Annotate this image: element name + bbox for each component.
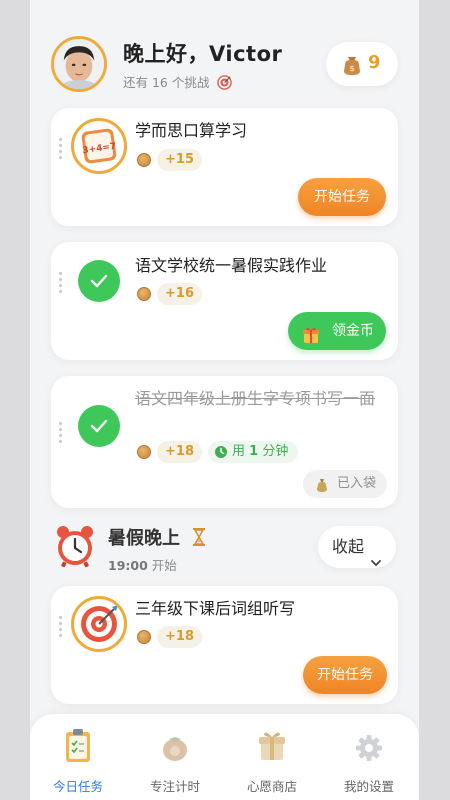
tab-wish-shop[interactable]: 心愿商店 xyxy=(224,724,320,794)
drag-handle-icon[interactable] xyxy=(59,138,65,162)
section-title: 暑假晚上 xyxy=(108,528,180,549)
collect-coins-label: 领金币 xyxy=(332,323,374,339)
gift-icon xyxy=(302,321,320,359)
tab-label: 我的设置 xyxy=(343,779,394,794)
check-icon[interactable] xyxy=(78,405,120,447)
collapse-label: 收起 xyxy=(332,537,365,556)
hourglass-icon xyxy=(192,528,206,551)
alarm-clock-icon xyxy=(54,524,96,572)
avatar[interactable] xyxy=(51,36,107,92)
start-task-button[interactable]: 开始任务 xyxy=(303,656,387,694)
drag-handle-icon[interactable] xyxy=(59,616,65,640)
tab-label: 心愿商店 xyxy=(246,779,297,794)
gear-icon xyxy=(354,728,384,768)
duration-prefix: 用 xyxy=(232,444,246,459)
section-header: 暑假晚上 19:00 开始 收起 xyxy=(30,520,419,578)
collapse-button[interactable]: 收起 xyxy=(318,526,396,568)
coin-balance[interactable]: $ 9 xyxy=(326,42,398,86)
coin-count: 9 xyxy=(368,52,381,73)
header: 晚上好，Victor 还有 16 个挑战 $ 9 xyxy=(30,0,419,100)
task-card[interactable]: 3+4=7 学而思口算学习 +15 开始任务 xyxy=(51,108,398,226)
drag-handle-icon[interactable] xyxy=(59,422,65,446)
duration-unit: 分钟 xyxy=(262,444,289,459)
tab-today-tasks[interactable]: 今日任务 xyxy=(30,724,126,794)
duration-badge: 用 1 分钟 xyxy=(208,441,299,463)
reward-points: +15 xyxy=(157,149,202,171)
collect-coins-button[interactable]: 领金币 xyxy=(288,312,386,350)
section-time: 19:00 开始 xyxy=(108,555,177,574)
clipboard-icon xyxy=(63,728,93,768)
task-card[interactable]: 语文学校统一暑假实践作业 +16 领金币 xyxy=(51,242,398,360)
svg-text:$: $ xyxy=(349,64,355,73)
greeting-title: 晚上好，Victor xyxy=(123,42,283,66)
section-title-row: 暑假晚上 xyxy=(108,524,206,551)
task-card[interactable]: 三年级下课后词组听写 +18 开始任务 xyxy=(51,586,398,704)
drag-handle-icon[interactable] xyxy=(59,272,65,296)
coin-icon xyxy=(137,445,151,459)
clock-icon xyxy=(214,445,228,467)
coin-bag-icon: $ xyxy=(340,51,364,81)
tab-focus-timer[interactable]: 专注计时 xyxy=(127,724,223,794)
coin-icon xyxy=(137,630,151,644)
collected-label: 已入袋 xyxy=(337,476,377,491)
section-start-time: 19:00 xyxy=(108,558,148,573)
app-screen: 晚上好，Victor 还有 16 个挑战 $ 9 3+4=7 学而思口算学习 +… xyxy=(30,0,419,800)
reward-points: +16 xyxy=(157,283,202,305)
money-bag-icon xyxy=(315,476,329,504)
target-task-icon xyxy=(71,596,127,652)
tab-label: 专注计时 xyxy=(149,779,200,794)
target-icon xyxy=(217,75,233,93)
tab-label: 今日任务 xyxy=(52,779,103,794)
coin-icon xyxy=(137,287,151,301)
task-title: 语文四年级上册生字专项书写一面 xyxy=(135,389,376,408)
section-time-suffix: 开始 xyxy=(151,558,177,573)
collected-status: 已入袋 xyxy=(303,470,387,498)
coin-icon xyxy=(137,153,151,167)
challenge-count-text: 还有 16 个挑战 xyxy=(123,75,210,90)
bottom-tab-bar: 今日任务 专注计时 心愿商店 我的设置 xyxy=(30,714,419,800)
task-title: 语文学校统一暑假实践作业 xyxy=(135,256,328,275)
reward-points: +18 xyxy=(157,626,202,648)
tomato-timer-icon xyxy=(160,728,190,768)
challenge-count: 还有 16 个挑战 xyxy=(123,72,233,93)
tab-my-settings[interactable]: 我的设置 xyxy=(321,724,417,794)
task-title: 学而思口算学习 xyxy=(135,121,248,140)
check-icon[interactable] xyxy=(78,260,120,302)
math-app-icon: 3+4=7 xyxy=(71,118,127,174)
start-task-button[interactable]: 开始任务 xyxy=(298,178,386,216)
chevron-down-icon xyxy=(370,542,382,584)
gift-box-icon xyxy=(257,728,287,768)
task-card[interactable]: 语文四年级上册生字专项书写一面 +18 用 1 分钟 已入袋 xyxy=(51,376,398,508)
task-title: 三年级下课后词组听写 xyxy=(135,599,296,618)
duration-value: 1 xyxy=(249,444,259,459)
reward-points: +18 xyxy=(157,441,202,463)
